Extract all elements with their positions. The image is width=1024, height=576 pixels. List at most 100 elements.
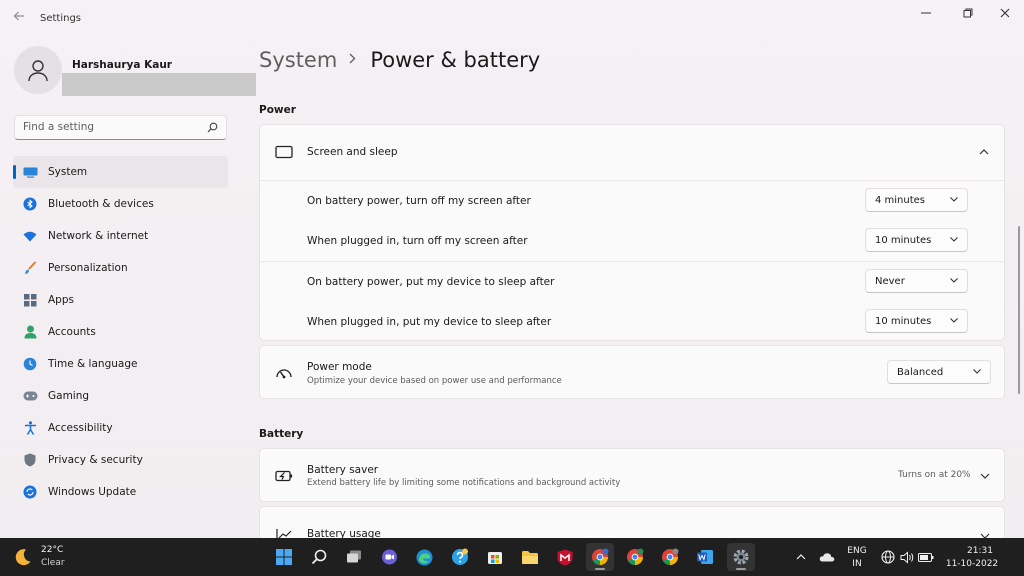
user-name: Harshaurya Kaur [72,59,172,71]
edge-button[interactable] [410,543,438,571]
chevron-down-icon [950,197,958,202]
volume-button[interactable] [899,549,915,565]
dropdown-value: 10 minutes [875,234,932,246]
sidebar-item-time-language[interactable]: Time & language [13,348,228,380]
onedrive-button[interactable] [819,549,835,565]
battery-screen-off-dropdown[interactable]: 4 minutes [865,188,968,212]
search-icon[interactable] [207,122,218,133]
brush-icon [22,260,38,276]
help-app-button[interactable] [446,543,474,571]
power-mode-subtitle: Optimize your device based on power use … [307,376,562,386]
running-indicator [595,568,605,570]
sidebar-item-label: Time & language [48,358,138,370]
globe-clock-icon [22,356,38,372]
sidebar-item-label: Windows Update [48,486,137,498]
task-view-button[interactable] [340,543,368,571]
back-button[interactable] [10,10,28,28]
screen-sleep-header[interactable]: Screen and sleep [260,125,1004,180]
sidebar-item-apps[interactable]: Apps [13,284,228,316]
minimize-button[interactable] [908,4,944,22]
language-region[interactable]: IN [846,559,868,569]
dropdown-value: 10 minutes [875,315,932,327]
power-mode-dropdown[interactable]: Balanced [887,360,991,384]
power-mode-icon [274,363,294,383]
sidebar-item-label: Privacy & security [48,454,143,466]
teams-chat-button[interactable] [375,543,403,571]
power-section-title: Power [259,104,296,116]
clock-date[interactable]: 11-10-2022 [944,559,1000,569]
battery-saver-status: Turns on at 20% [898,470,971,480]
battery-section-title: Battery [259,428,304,440]
word-icon [697,550,713,564]
app-title: Settings [40,13,82,24]
screen-sleep-card: Screen and sleep On battery power, turn … [259,124,1005,341]
restore-button[interactable] [950,4,986,22]
chevron-right-icon [349,53,356,68]
chrome-profile-1-button[interactable] [586,543,614,571]
mcafee-button[interactable] [551,543,579,571]
plugged-screen-off-dropdown[interactable]: 10 minutes [865,228,968,252]
chrome-profile-3-button[interactable] [656,543,684,571]
divider [260,180,1004,181]
weather-description: Clear [41,558,65,568]
plugged-sleep-dropdown[interactable]: 10 minutes [865,309,968,333]
chevron-down-icon [950,237,958,242]
clock-time[interactable]: 21:31 [960,546,1000,556]
sidebar-item-bluetooth-devices[interactable]: Bluetooth & devices [13,188,228,220]
chevron-up-icon[interactable] [979,149,989,155]
minimize-icon [921,12,931,14]
power-mode-card: Power mode Optimize your device based on… [259,345,1005,399]
system-icon [22,164,38,180]
start-button[interactable] [270,543,298,571]
file-explorer-button[interactable] [516,543,544,571]
store-button[interactable] [481,543,509,571]
weather-temperature: 22°C [41,545,64,555]
chevron-down-icon [950,318,958,323]
chrome-icon [592,548,609,565]
screen-sleep-icon [274,143,294,163]
sidebar-item-system[interactable]: System [13,156,228,188]
sidebar-item-privacy-security[interactable]: Privacy & security [13,444,228,476]
sidebar-item-label: Network & internet [48,230,149,242]
back-arrow-icon [13,11,24,21]
user-icon [28,60,48,82]
dropdown-value: Never [875,275,905,287]
sidebar-item-personalization[interactable]: Personalization [13,252,228,284]
search-box[interactable] [14,115,227,140]
edge-icon [416,549,432,565]
scrollbar[interactable] [1018,226,1020,394]
show-hidden-icons-button[interactable] [793,549,809,565]
sidebar-item-network-internet[interactable]: Network & internet [13,220,228,252]
battery-saver-subtitle: Extend battery life by limiting some not… [307,478,621,488]
chevron-down-icon[interactable] [980,473,990,479]
bluetooth-icon [22,196,38,212]
taskbar-search-button[interactable] [305,543,333,571]
search-input[interactable] [23,121,203,133]
sidebar-item-label: System [48,166,88,178]
close-button[interactable] [987,4,1023,22]
battery-sleep-dropdown[interactable]: Never [865,269,968,293]
chrome-profile-2-button[interactable] [621,543,649,571]
breadcrumb-parent[interactable]: System [259,48,337,72]
update-icon [22,484,38,500]
sidebar-item-gaming[interactable]: Gaming [13,380,228,412]
sidebar-item-accessibility[interactable]: Accessibility [13,412,228,444]
avatar[interactable] [14,46,62,94]
word-button[interactable] [691,543,719,571]
battery-saver-card[interactable]: Battery saver Extend battery life by lim… [259,448,1005,502]
moon-icon[interactable] [14,548,32,566]
running-indicator [736,568,746,570]
sidebar-item-label: Apps [48,294,74,306]
chevron-up-icon [796,554,806,560]
sidebar-item-windows-update[interactable]: Windows Update [13,476,228,508]
settings-taskbar-button[interactable] [727,543,755,571]
settings-window: Settings Harshaurya Kaur System Bluetoot… [0,0,1024,546]
windows-logo-icon [276,549,292,565]
battery-button[interactable] [918,549,934,565]
sidebar-item-accounts[interactable]: Accounts [13,316,228,348]
network-button[interactable] [880,549,896,565]
screen-sleep-title: Screen and sleep [307,146,398,158]
language-code[interactable]: ENG [846,546,868,556]
battery-icon [918,552,934,562]
plugged-sleep-label: When plugged in, put my device to sleep … [307,316,552,328]
